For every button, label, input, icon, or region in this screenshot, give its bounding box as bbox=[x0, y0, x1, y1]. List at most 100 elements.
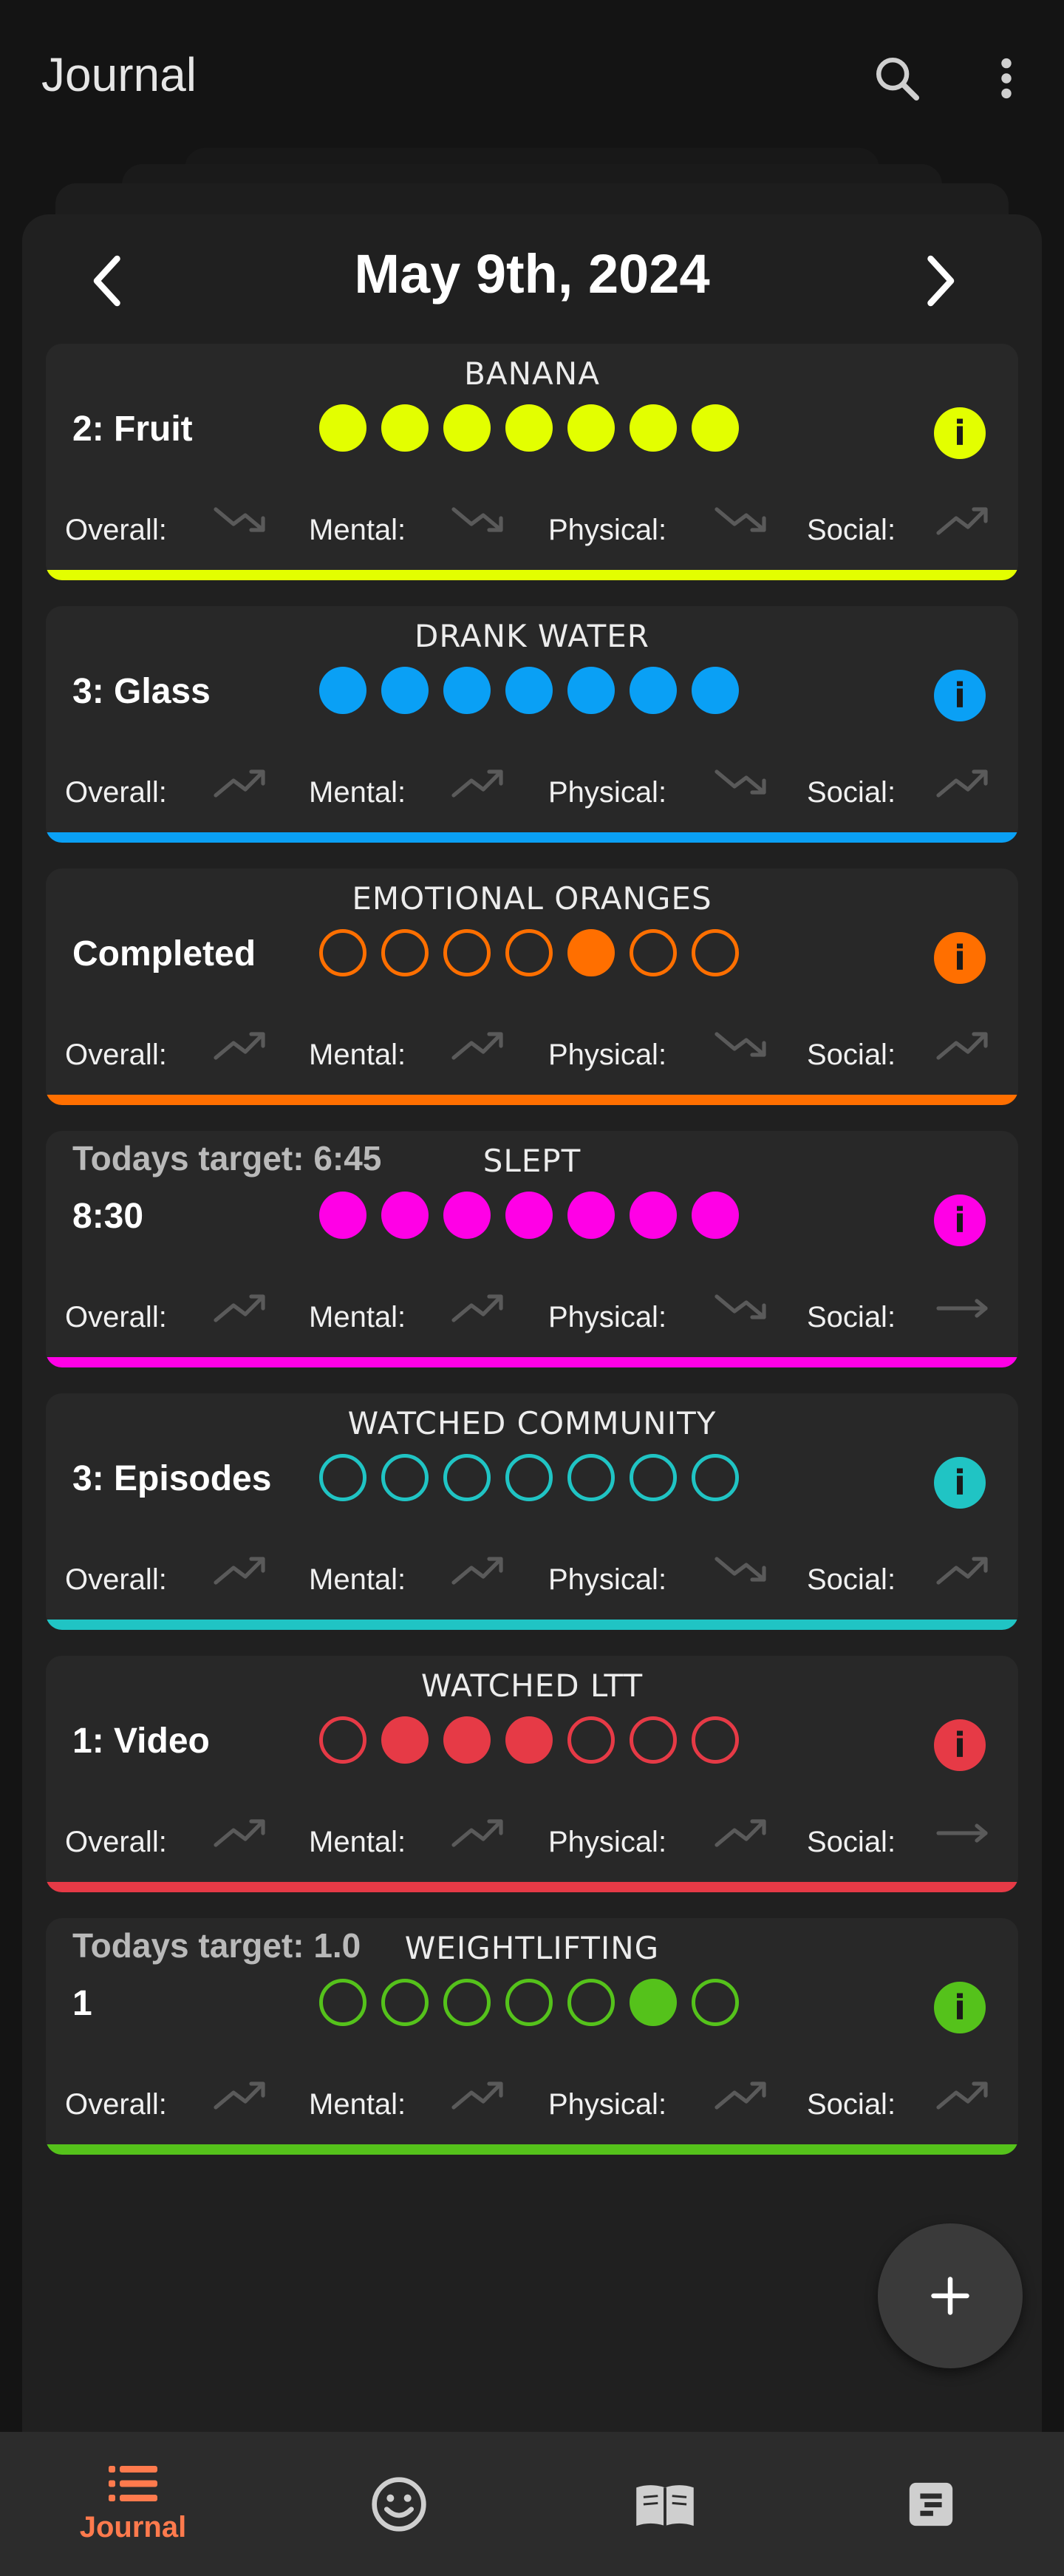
rating-dot[interactable] bbox=[692, 667, 739, 714]
entry-name: BANANA bbox=[464, 356, 600, 392]
overflow-menu-button[interactable] bbox=[971, 43, 1042, 114]
rating-dot[interactable] bbox=[505, 1979, 553, 2026]
rating-dot[interactable] bbox=[505, 404, 553, 452]
info-icon: i bbox=[954, 1200, 966, 1240]
rating-dot[interactable] bbox=[630, 404, 677, 452]
rating-dot[interactable] bbox=[692, 1192, 739, 1239]
rating-dot[interactable] bbox=[319, 1192, 366, 1239]
rating-dot[interactable] bbox=[505, 929, 553, 976]
rating-dot[interactable] bbox=[630, 1454, 677, 1501]
tab-mood[interactable] bbox=[266, 2432, 532, 2576]
trend-up-icon bbox=[214, 2081, 265, 2110]
rating-dot[interactable] bbox=[692, 929, 739, 976]
rating-dot[interactable] bbox=[319, 929, 366, 976]
metric-mental-label: Mental: bbox=[309, 1039, 406, 1071]
trend-up-icon bbox=[451, 2081, 503, 2110]
tab-journal[interactable]: Journal bbox=[0, 2432, 266, 2576]
metric-physical-label: Physical: bbox=[548, 1039, 667, 1071]
add-entry-button[interactable] bbox=[878, 2223, 1023, 2368]
rating-dot[interactable] bbox=[630, 1716, 677, 1764]
metric-social-label: Social: bbox=[807, 1039, 896, 1071]
metric-social-label: Social: bbox=[807, 1826, 896, 1858]
tab-notes[interactable] bbox=[798, 2432, 1064, 2576]
entry-card[interactable]: EMOTIONAL ORANGES Completed i Overall: Menta… bbox=[46, 869, 1018, 1105]
entry-color-bar bbox=[46, 1882, 1018, 1892]
entry-card[interactable]: Todays target: 1.0 WEIGHTLIFTING 1 i Overall… bbox=[46, 1918, 1018, 2155]
info-button[interactable]: i bbox=[934, 932, 986, 984]
rating-dot[interactable] bbox=[630, 1979, 677, 2026]
rating-dot[interactable] bbox=[505, 1716, 553, 1764]
trend-up-icon bbox=[715, 1819, 766, 1847]
trend-down-icon bbox=[715, 769, 766, 795]
entry-card[interactable]: WATCHED LTT 1: Video i Overall: Mental: Physi… bbox=[46, 1656, 1018, 1892]
rating-dot[interactable] bbox=[381, 404, 429, 452]
entry-card[interactable]: Todays target: 6:45 SLEPT 8:30 i Overall: Men… bbox=[46, 1131, 1018, 1367]
metric-mental-label: Mental: bbox=[309, 1826, 406, 1858]
next-day-button[interactable] bbox=[903, 244, 977, 318]
rating-dot[interactable] bbox=[567, 667, 615, 714]
rating-dot[interactable] bbox=[505, 1192, 553, 1239]
rating-dot[interactable] bbox=[567, 1192, 615, 1239]
trend-up-icon bbox=[936, 1032, 988, 1060]
info-button[interactable]: i bbox=[934, 670, 986, 721]
rating-dot[interactable] bbox=[567, 404, 615, 452]
tab-library[interactable] bbox=[532, 2432, 798, 2576]
trend-up-icon bbox=[214, 1819, 265, 1847]
entry-name: WATCHED COMMUNITY bbox=[347, 1405, 717, 1441]
trend-flat-icon bbox=[936, 1824, 988, 1843]
trend-up-icon bbox=[214, 1032, 265, 1060]
rating-dot[interactable] bbox=[381, 1716, 429, 1764]
rating-dot[interactable] bbox=[443, 929, 491, 976]
rating-dots bbox=[319, 1454, 754, 1501]
trend-up-icon bbox=[214, 769, 265, 798]
rating-dot[interactable] bbox=[443, 1454, 491, 1501]
entry-name: DRANK WATER bbox=[415, 618, 649, 654]
rating-dot[interactable] bbox=[381, 1979, 429, 2026]
info-button[interactable]: i bbox=[934, 1194, 986, 1246]
entry-card[interactable]: BANANA 2: Fruit i Overall: Mental: Physical: S… bbox=[46, 344, 1018, 580]
rating-dot[interactable] bbox=[319, 1716, 366, 1764]
rating-dot[interactable] bbox=[443, 404, 491, 452]
smiley-icon bbox=[372, 2476, 426, 2532]
rating-dot[interactable] bbox=[692, 1979, 739, 2026]
rating-dot[interactable] bbox=[381, 1454, 429, 1501]
rating-dot[interactable] bbox=[319, 667, 366, 714]
rating-dot[interactable] bbox=[692, 404, 739, 452]
rating-dot[interactable] bbox=[443, 1716, 491, 1764]
rating-dot[interactable] bbox=[443, 667, 491, 714]
info-button[interactable]: i bbox=[934, 1719, 986, 1771]
metric-social-label: Social: bbox=[807, 2088, 896, 2121]
info-button[interactable]: i bbox=[934, 1982, 986, 2033]
rating-dot[interactable] bbox=[381, 1192, 429, 1239]
rating-dot[interactable] bbox=[567, 1716, 615, 1764]
date-title: May 9th, 2024 bbox=[354, 243, 710, 305]
rating-dot[interactable] bbox=[381, 929, 429, 976]
rating-dot[interactable] bbox=[692, 1716, 739, 1764]
rating-dot[interactable] bbox=[630, 929, 677, 976]
rating-dot[interactable] bbox=[567, 1454, 615, 1501]
entry-color-bar bbox=[46, 2144, 1018, 2155]
metric-physical-label: Physical: bbox=[548, 514, 667, 546]
rating-dot[interactable] bbox=[381, 667, 429, 714]
rating-dot[interactable] bbox=[630, 667, 677, 714]
rating-dot[interactable] bbox=[567, 929, 615, 976]
trend-up-icon bbox=[715, 2081, 766, 2110]
rating-dot[interactable] bbox=[692, 1454, 739, 1501]
rating-dot[interactable] bbox=[319, 1979, 366, 2026]
rating-dot[interactable] bbox=[443, 1192, 491, 1239]
metric-social-label: Social: bbox=[807, 776, 896, 809]
rating-dot[interactable] bbox=[443, 1979, 491, 2026]
search-button[interactable] bbox=[862, 43, 932, 114]
info-button[interactable]: i bbox=[934, 407, 986, 459]
rating-dot[interactable] bbox=[567, 1979, 615, 2026]
info-button[interactable]: i bbox=[934, 1457, 986, 1509]
entry-card[interactable]: DRANK WATER 3: Glass i Overall: Mental: Physi… bbox=[46, 606, 1018, 843]
rating-dot[interactable] bbox=[319, 404, 366, 452]
trend-down-icon bbox=[715, 1557, 766, 1582]
rating-dot[interactable] bbox=[319, 1454, 366, 1501]
rating-dot[interactable] bbox=[505, 1454, 553, 1501]
rating-dot[interactable] bbox=[630, 1192, 677, 1239]
entry-card[interactable]: WATCHED COMMUNITY 3: Episodes i Overall: Men… bbox=[46, 1393, 1018, 1630]
metric-social-label: Social: bbox=[807, 514, 896, 546]
rating-dot[interactable] bbox=[505, 667, 553, 714]
